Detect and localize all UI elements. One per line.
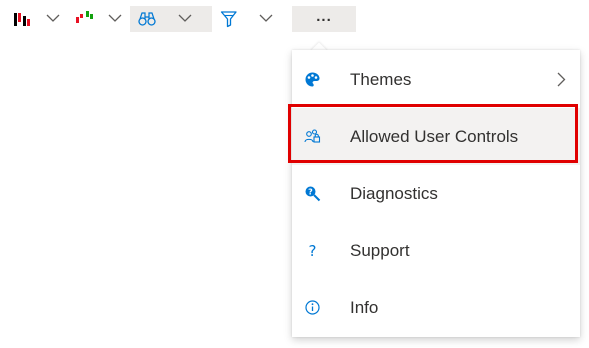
ohlc-chart-icon: [76, 11, 93, 23]
chevron-down-icon: [46, 14, 60, 22]
funnel-icon: [220, 11, 237, 28]
svg-text:?: ?: [308, 188, 313, 197]
menu-item-diagnostics[interactable]: ? Diagnostics: [292, 165, 580, 222]
menu-item-themes[interactable]: Themes: [292, 51, 580, 108]
candlestick-chart-button[interactable]: [10, 6, 70, 32]
diagnostics-search-icon: ?: [305, 186, 321, 202]
candlestick-chart-icon: [14, 13, 30, 26]
more-options-label: ...: [316, 8, 332, 25]
ohlc-chart-button[interactable]: [72, 6, 128, 32]
more-options-menu: Themes Allowed User Controls ? Diagnosti…: [292, 50, 580, 337]
menu-item-label: Support: [350, 241, 410, 260]
svg-text:?: ?: [309, 242, 317, 259]
menu-item-label: Info: [350, 298, 379, 317]
chevron-down-icon: [108, 14, 122, 22]
menu-item-label: Themes: [350, 70, 412, 89]
question-icon: ?: [309, 242, 317, 259]
menu-item-label: Diagnostics: [350, 184, 438, 203]
chevron-down-icon: [178, 14, 192, 22]
filter-button[interactable]: [216, 6, 280, 32]
highlight-outline: [288, 104, 578, 163]
binoculars-icon: [138, 12, 156, 26]
menu-item-info[interactable]: Info: [292, 279, 580, 336]
menu-item-support[interactable]: ? Support: [292, 222, 580, 279]
palette-icon: [305, 72, 320, 87]
find-button[interactable]: [130, 6, 212, 32]
info-icon: [305, 300, 320, 315]
toolbar-page: ... Themes Allowed User Controls ? Diagn…: [0, 0, 589, 348]
chevron-right-icon: [557, 72, 566, 87]
more-options-button[interactable]: ...: [292, 6, 356, 32]
chevron-down-icon: [259, 14, 273, 22]
